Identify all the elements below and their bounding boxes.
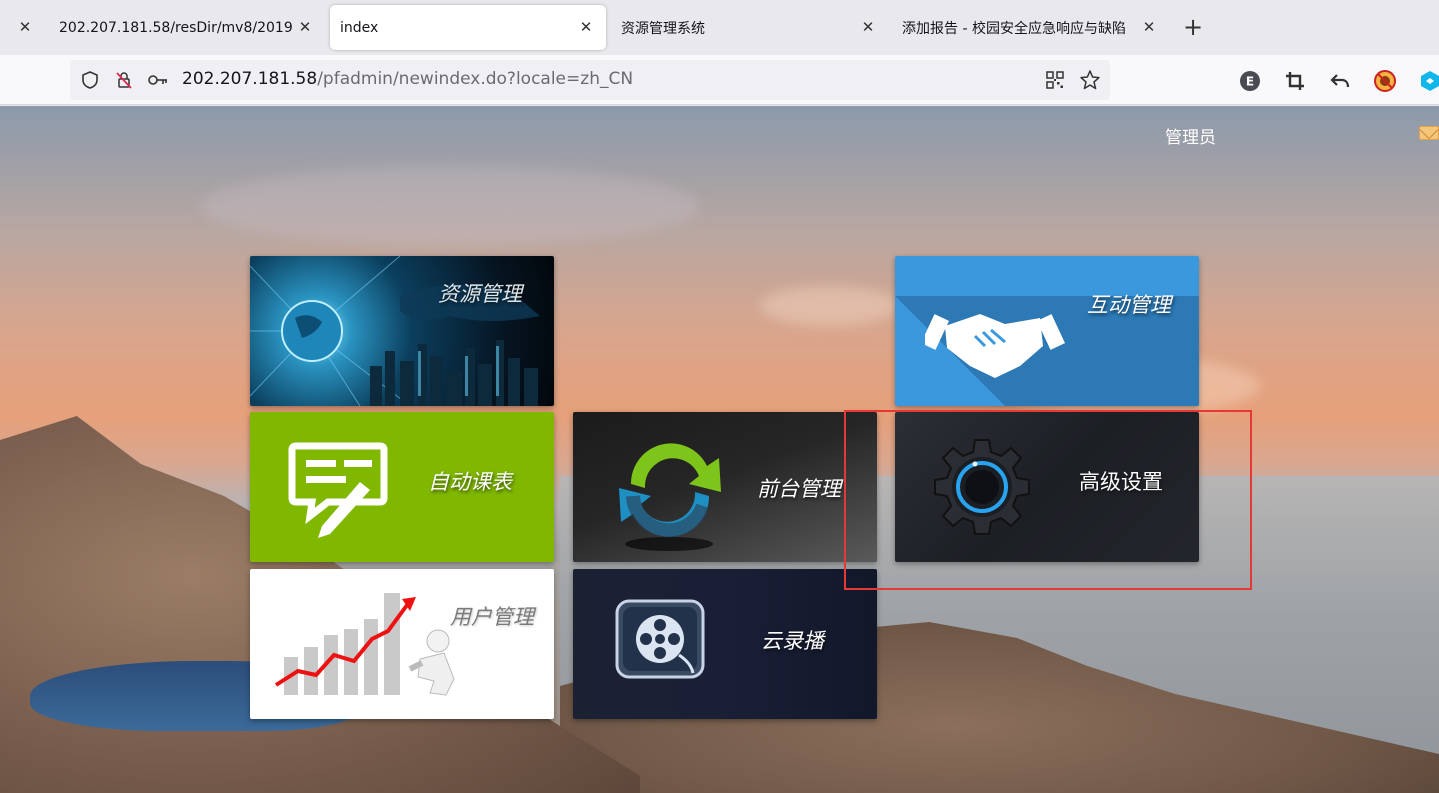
tile-label: 用户管理 — [450, 605, 534, 629]
tile-interaction-management[interactable]: 互动管理 — [895, 256, 1199, 406]
extension-e-icon[interactable]: E — [1238, 69, 1262, 93]
tab-close-icon[interactable]: ✕ — [295, 17, 315, 37]
tab-title: 资源管理系统 — [621, 20, 705, 37]
tab-title: 202.207.181.58/resDir/mv8/2019 — [59, 19, 293, 36]
extension-cube-icon[interactable] — [1418, 69, 1439, 93]
tab-close-icon[interactable]: ✕ — [858, 17, 878, 37]
refresh-arrows-icon — [619, 443, 721, 551]
tile-label: 前台管理 — [757, 477, 841, 501]
growth-chart-icon — [274, 593, 455, 696]
tab-bar: ✕ 202.207.181.58/resDir/mv8/2019 ✕ index… — [0, 0, 1439, 55]
tab-close-icon[interactable]: ✕ — [15, 17, 35, 37]
tab-index[interactable]: index ✕ — [330, 5, 606, 50]
tile-resource-management[interactable]: 资源管理 — [250, 256, 554, 406]
blocked-extension-icon[interactable] — [1373, 69, 1397, 93]
extension-badge-text: E — [1246, 75, 1254, 89]
mail-icon[interactable] — [1419, 126, 1439, 140]
document-pen-icon — [288, 442, 388, 538]
highlight-box — [844, 410, 1252, 590]
tile-label: 云录播 — [761, 629, 824, 653]
tile-label: 互动管理 — [1087, 293, 1171, 317]
url-text[interactable]: 202.207.181.58/pfadmin/newindex.do?local… — [182, 69, 633, 89]
tile-label: 资源管理 — [438, 282, 522, 306]
bookmark-star-icon[interactable] — [1078, 68, 1102, 92]
tab-title: index — [340, 19, 379, 36]
url-host: 202.207.181.58 — [182, 69, 318, 89]
background-cloud — [760, 286, 900, 326]
background-cloud — [200, 166, 700, 246]
tab-resdir[interactable]: ✕ 202.207.181.58/resDir/mv8/2019 ✕ — [10, 5, 325, 50]
new-tab-button[interactable]: + — [1183, 14, 1203, 40]
crop-icon[interactable] — [1283, 69, 1307, 93]
tab-add-report[interactable]: 添加报告 - 校园安全应急响应与缺陷 ✕ — [893, 5, 1169, 50]
admin-username[interactable]: 管理员 — [1165, 123, 1216, 148]
tile-label: 自动课表 — [428, 470, 512, 494]
key-icon[interactable] — [146, 68, 170, 92]
nav-bar: 202.207.181.58/pfadmin/newindex.do?local… — [0, 55, 1439, 105]
portal-page: 管理员 资源管理 互动管理 自动课表 前台管理 高级设置 用户管理 云录播 — [0, 106, 1439, 793]
shield-icon[interactable] — [78, 68, 102, 92]
url-bar[interactable]: 202.207.181.58/pfadmin/newindex.do?local… — [70, 60, 1110, 100]
insecure-lock-icon[interactable] — [112, 68, 136, 92]
qr-code-icon[interactable] — [1043, 68, 1067, 92]
tab-title: 添加报告 - 校园安全应急响应与缺陷 — [902, 20, 1126, 37]
url-path: /pfadmin/newindex.do?locale=zh_CN — [317, 69, 634, 89]
tile-user-management[interactable]: 用户管理 — [250, 569, 554, 719]
tab-resource-system[interactable]: 资源管理系统 ✕ — [612, 5, 888, 50]
tab-close-icon[interactable]: ✕ — [576, 17, 596, 37]
tile-cloud-recording[interactable]: 云录播 — [573, 569, 877, 719]
back-reply-icon[interactable] — [1328, 69, 1352, 93]
tile-frontend-management[interactable]: 前台管理 — [573, 412, 877, 562]
film-reel-icon — [615, 599, 705, 679]
tile-auto-schedule[interactable]: 自动课表 — [250, 412, 554, 562]
tab-close-icon[interactable]: ✕ — [1139, 17, 1159, 37]
handshake-icon — [925, 314, 1065, 378]
